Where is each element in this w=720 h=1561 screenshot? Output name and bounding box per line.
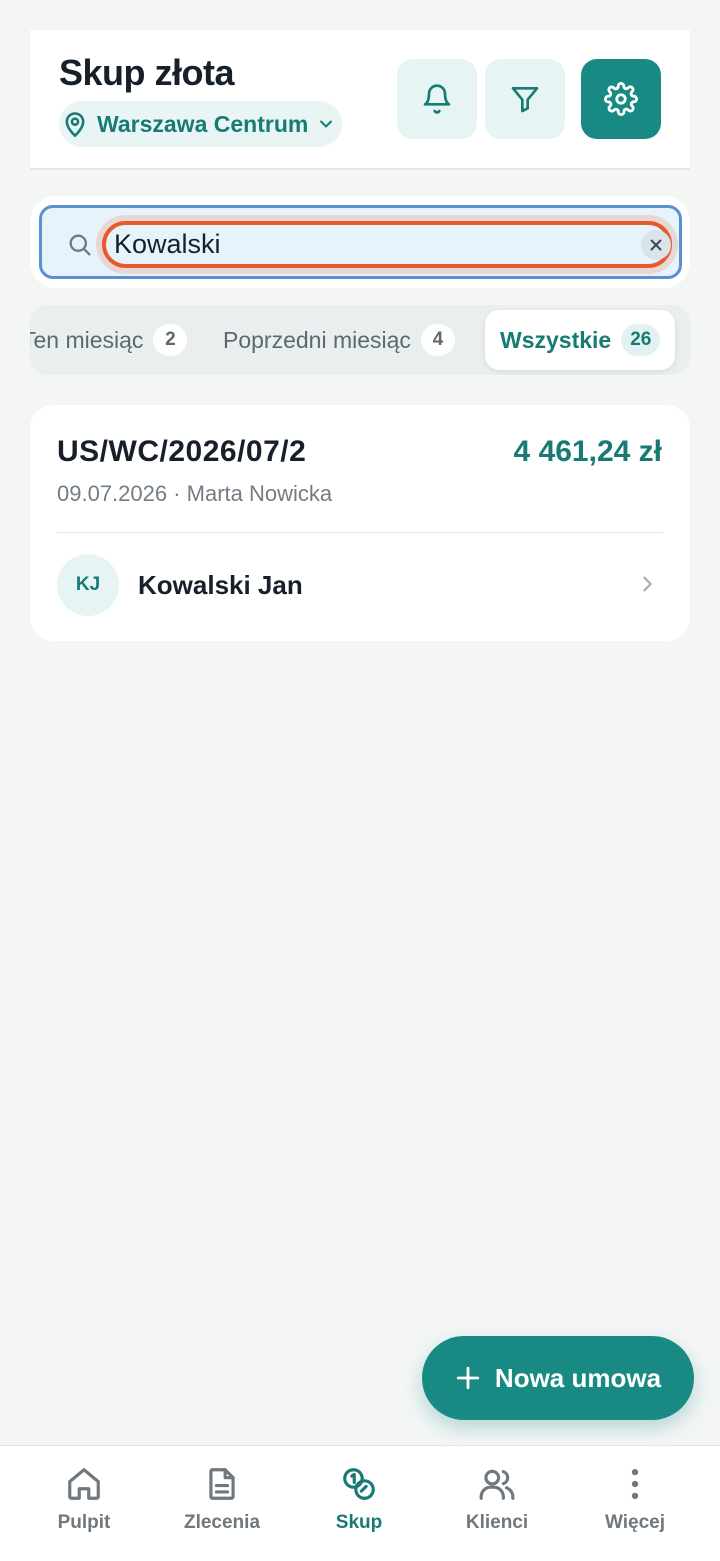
clear-search-button[interactable] (641, 230, 671, 260)
new-contract-label: Nowa umowa (494, 1362, 662, 1393)
tab-label: Poprzedni miesiąc (223, 326, 411, 353)
tab-count-badge: 26 (621, 324, 661, 356)
app-header: Skup złota Warszawa Centrum (30, 30, 690, 170)
close-icon (650, 239, 662, 251)
tab-label: Wszystkie (500, 326, 612, 353)
nav-label: Klienci (465, 1512, 529, 1533)
tab-all[interactable]: Wszystkie 26 (485, 310, 676, 370)
nav-item-zlecenia[interactable]: Zlecenia (162, 1464, 282, 1534)
page-title: Skup złota (59, 52, 235, 93)
document-icon (209, 1468, 235, 1500)
filter-icon (511, 87, 539, 113)
tab-count-badge: 2 (153, 324, 188, 356)
more-vertical-icon (631, 1468, 639, 1500)
nav-label: Zlecenia (183, 1512, 261, 1533)
search-icon (69, 234, 91, 256)
contract-meta: 09.07.2026 · Marta Nowicka (57, 481, 333, 506)
plus-icon (456, 1366, 480, 1390)
nav-label: Więcej (604, 1512, 666, 1533)
bell-icon (423, 84, 451, 114)
location-label: Warszawa Centrum (97, 110, 309, 137)
tab-this-month[interactable]: Ten miesiąc 2 (30, 310, 188, 370)
search-container (30, 196, 690, 288)
filter-button[interactable] (485, 59, 565, 139)
client-avatar: KJ (57, 554, 119, 616)
nav-item-wiecej[interactable]: Więcej (575, 1464, 695, 1534)
users-icon (479, 1469, 515, 1500)
search-box (39, 205, 682, 279)
home-icon (68, 1468, 100, 1500)
search-input[interactable] (102, 221, 672, 268)
nav-label: Skup (335, 1512, 383, 1533)
chevron-down-icon (320, 120, 333, 128)
contract-card[interactable]: US/WC/2026/07/2 4 461,24 zł 09.07.2026 ·… (30, 405, 690, 641)
client-name: Kowalski Jan (138, 570, 303, 600)
map-pin-icon (65, 112, 85, 137)
nav-label: Pulpit (57, 1512, 111, 1533)
nav-item-skup[interactable]: Skup (299, 1464, 419, 1534)
divider (57, 532, 663, 533)
contract-number: US/WC/2026/07/2 (57, 435, 307, 468)
nav-item-pulpit[interactable]: Pulpit (24, 1464, 144, 1534)
coins-icon (343, 1468, 375, 1500)
bottom-navigation: Pulpit Zlecenia Skup Klienci Więcej (0, 1445, 720, 1561)
tab-count-badge: 4 (420, 324, 455, 356)
contract-amount: 4 461,24 zł (513, 435, 662, 468)
tab-label: Ten miesiąc (30, 326, 144, 353)
nav-item-klienci[interactable]: Klienci (437, 1464, 557, 1534)
notifications-button[interactable] (397, 59, 477, 139)
settings-button[interactable] (581, 59, 661, 139)
tab-previous-month[interactable]: Poprzedni miesiąc 4 (223, 310, 455, 370)
chevron-right-icon (643, 576, 652, 592)
new-contract-button[interactable]: Nowa umowa (422, 1336, 694, 1420)
gear-icon (604, 82, 638, 116)
period-tabs: Ten miesiąc 2 Poprzedni miesiąc 4 Wszyst… (30, 305, 690, 375)
location-selector[interactable]: Warszawa Centrum (59, 101, 342, 147)
